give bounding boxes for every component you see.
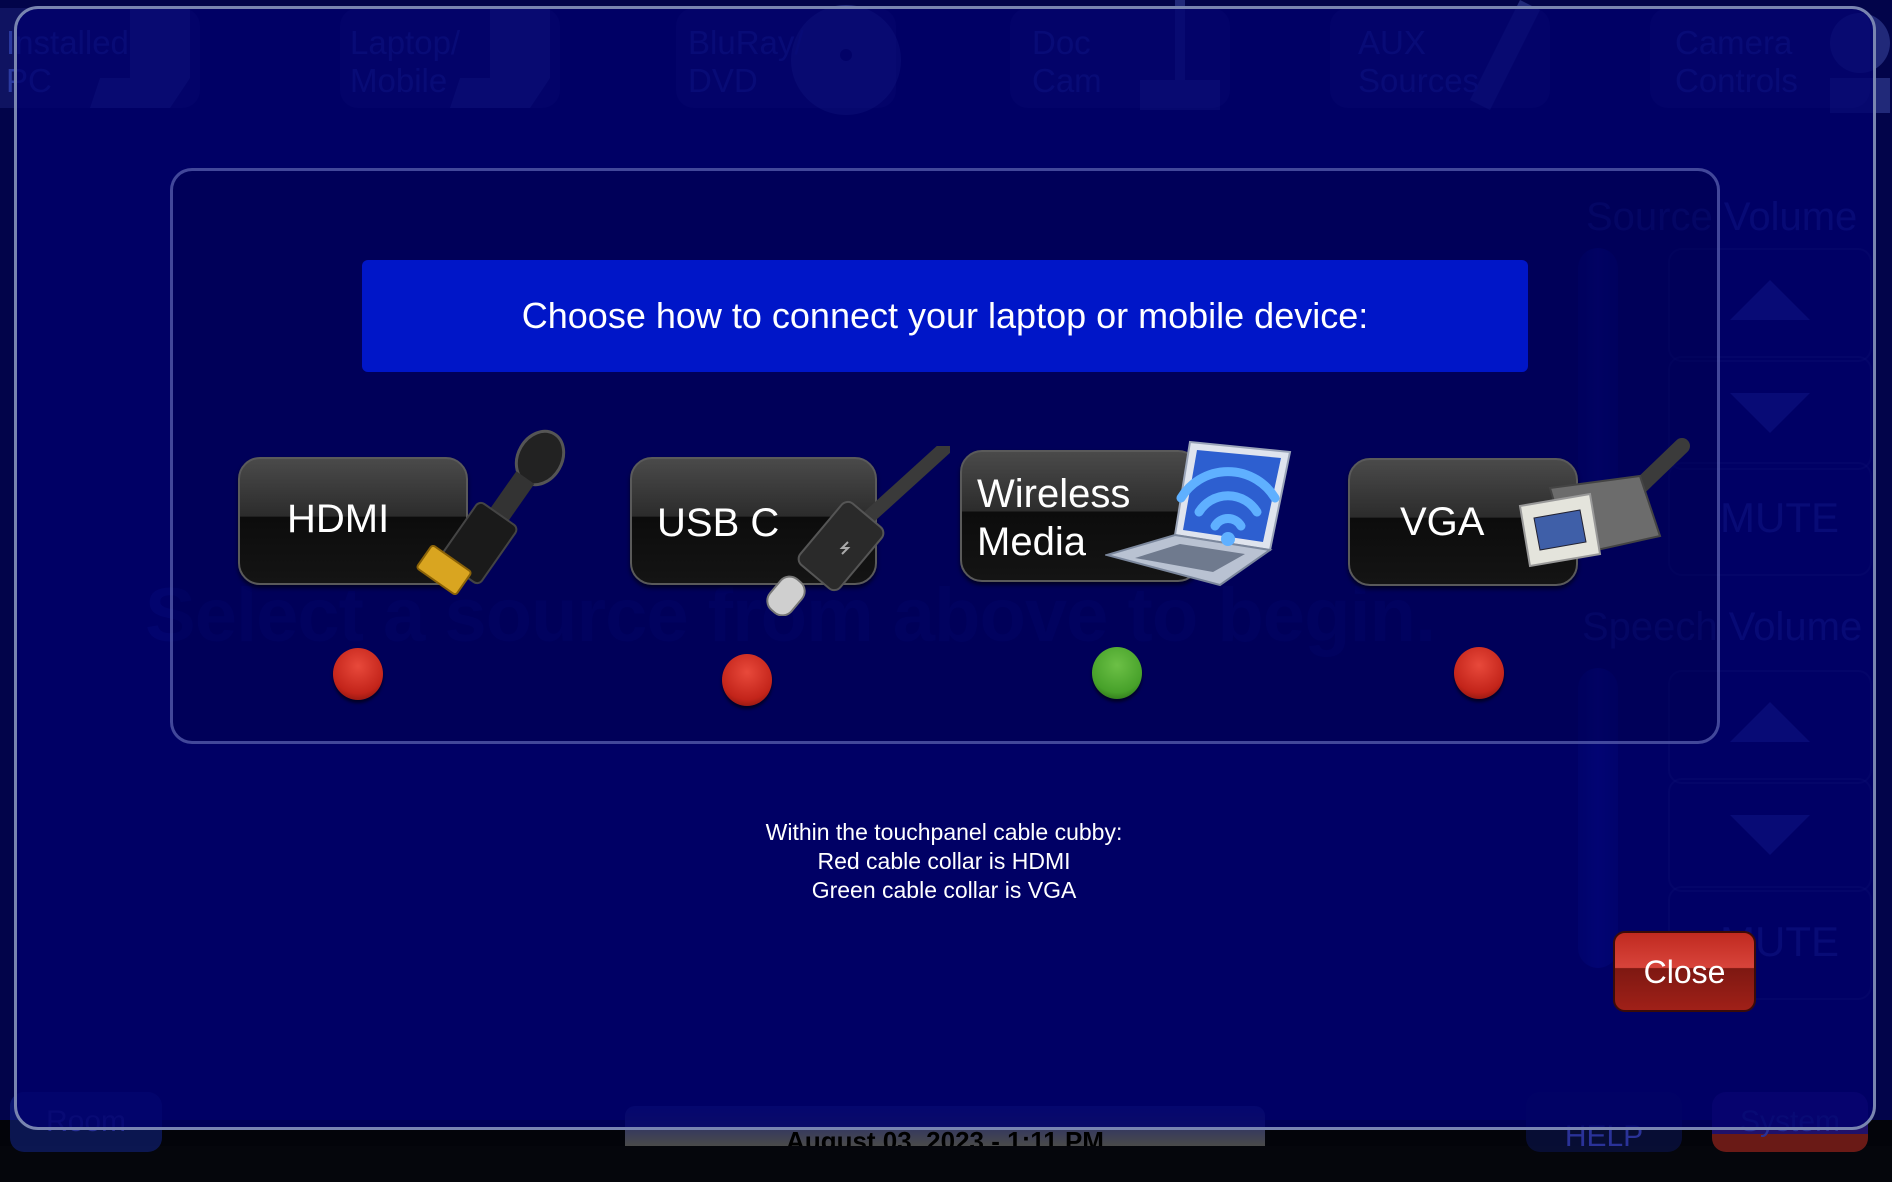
info-line: Green cable collar is VGA [811, 877, 1077, 903]
hdmi-status-indicator [333, 648, 383, 700]
info-line: Within the touchpanel cable cubby: [765, 819, 1123, 845]
dialog-title: Choose how to connect your laptop or mob… [362, 260, 1528, 372]
close-button[interactable]: Close [1613, 931, 1756, 1012]
option-label: HDMI [287, 497, 390, 541]
usb-c-status-indicator [722, 654, 772, 706]
info-line: Red cable collar is HDMI [817, 848, 1071, 874]
wireless-laptop-icon [1105, 440, 1292, 587]
hdmi-cable-icon [416, 429, 566, 596]
vga-status-indicator [1454, 647, 1504, 699]
wireless-media-status-indicator [1092, 647, 1142, 699]
option-label: VGA [1400, 500, 1485, 544]
vga-cable-icon [1518, 438, 1690, 568]
cable-info-text: Within the touchpanel cable cubby: Red c… [644, 818, 1244, 905]
usb-c-cable-icon [766, 446, 950, 616]
